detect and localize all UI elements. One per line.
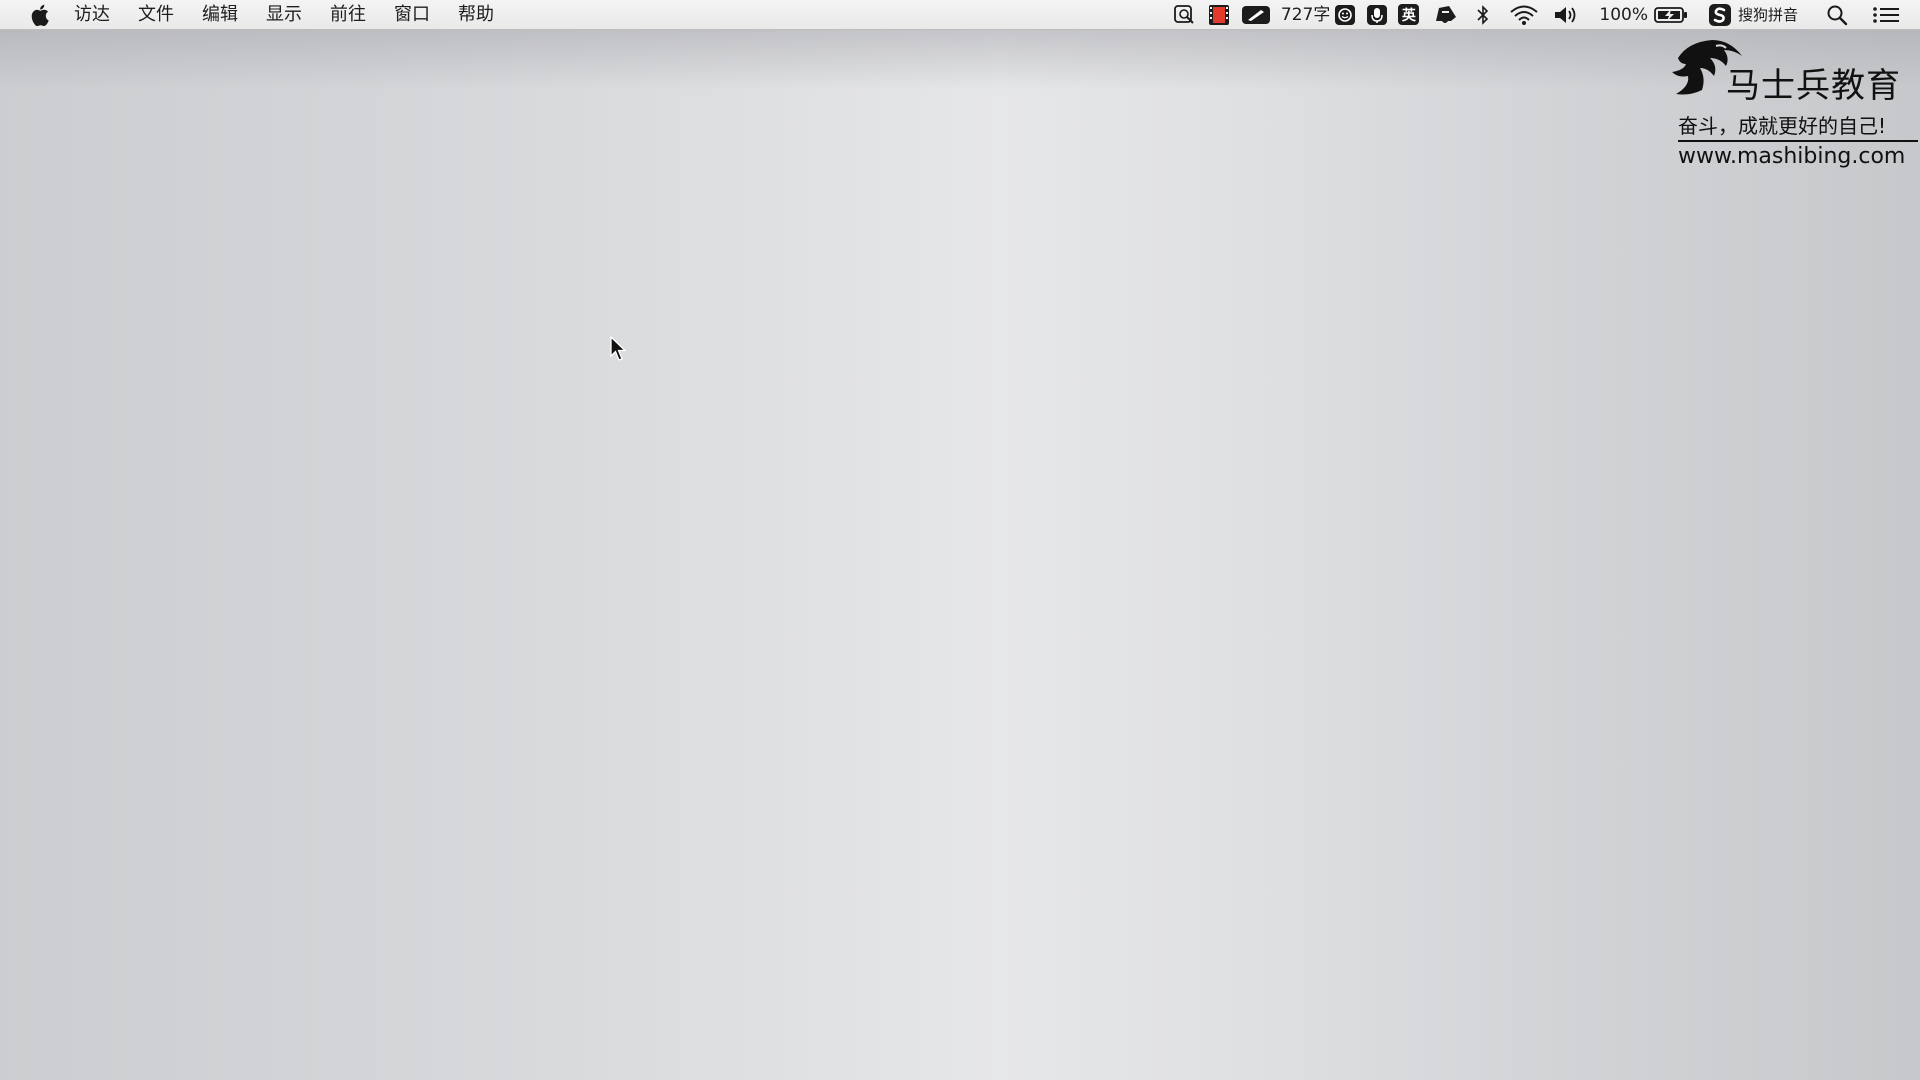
menu-help[interactable]: 帮助 [444, 0, 508, 30]
brand-slogan: 奋斗，成就更好的自己! [1678, 114, 1887, 138]
brand-title: 马士兵教育 [1726, 66, 1901, 106]
menu-view[interactable]: 显示 [252, 0, 316, 30]
sogou-icon[interactable]: 搜狗拼音 [1708, 0, 1798, 30]
pen-icon[interactable] [1241, 0, 1271, 30]
menu-go[interactable]: 前往 [316, 0, 380, 30]
menu-file[interactable]: 文件 [124, 0, 188, 30]
brand-url: www.mashibing.com [1678, 144, 1906, 169]
input-method-label: 搜狗拼音 [1737, 6, 1798, 24]
record-icon[interactable] [1207, 0, 1231, 30]
watermark: 马士兵教育 奋斗，成就更好的自己! www.mashibing.com [1668, 36, 1918, 172]
notification-icon[interactable] [1433, 0, 1459, 30]
screenshot-search-icon[interactable] [1173, 0, 1197, 30]
menu-bar: 访达 文件 编辑 显示 前往 窗口 帮助 727字 英 100% 搜狗拼音 [0, 0, 1920, 30]
desktop-background [0, 30, 1920, 90]
menu-bar-extras: 727字 英 100% 搜狗拼音 [1163, 0, 1920, 30]
wifi-icon[interactable] [1509, 0, 1539, 30]
menu-finder[interactable]: 访达 [60, 0, 124, 30]
emoji-icon[interactable] [1334, 0, 1356, 30]
menu-bar-left: 访达 文件 编辑 显示 前往 窗口 帮助 [0, 0, 508, 30]
battery-percent: 100% [1599, 4, 1648, 25]
apple-logo-icon[interactable] [20, 0, 60, 30]
mouse-pointer-icon [610, 336, 627, 361]
battery-charging-icon[interactable] [1654, 0, 1688, 30]
brand-divider [1678, 140, 1918, 142]
bluetooth-icon[interactable] [1475, 0, 1491, 30]
input-mode-icon[interactable]: 英 [1398, 0, 1420, 30]
menu-edit[interactable]: 编辑 [188, 0, 252, 30]
menu-window[interactable]: 窗口 [380, 0, 444, 30]
notification-center-icon[interactable] [1872, 0, 1900, 30]
volume-icon[interactable] [1553, 0, 1581, 30]
word-count: 727字 [1280, 4, 1331, 25]
microphone-icon[interactable] [1366, 0, 1388, 30]
spotlight-search-icon[interactable] [1826, 0, 1848, 30]
